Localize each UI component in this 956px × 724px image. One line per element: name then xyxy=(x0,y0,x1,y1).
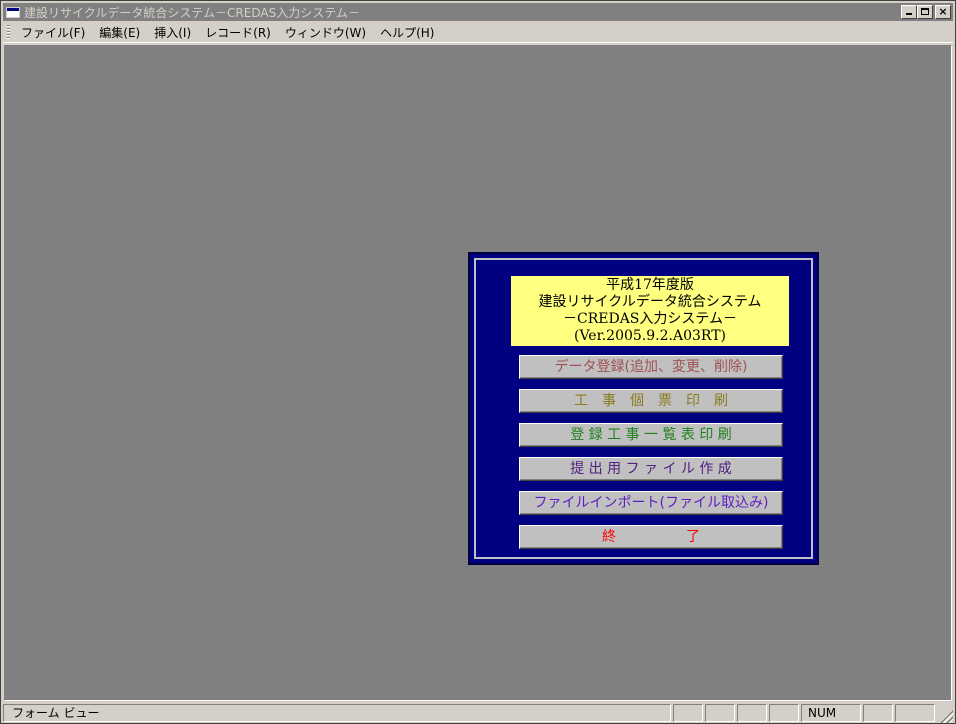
status-view-label: フォーム ビュー xyxy=(3,704,671,722)
maximize-button[interactable] xyxy=(917,5,933,19)
title-bar[interactable]: 建設リサイクルデータ統合システム－CREDAS入力システム－ × xyxy=(3,3,953,21)
create-submission-file-button[interactable]: 提 出 用 フ ァ イ ル 作 成 xyxy=(519,457,783,481)
menubar-grip-handle[interactable] xyxy=(7,25,10,39)
app-window: 建設リサイクルデータ統合システム－CREDAS入力システム－ × ファイル(F)… xyxy=(0,0,956,724)
resize-grip-icon[interactable] xyxy=(939,709,953,723)
menu-help[interactable]: ヘルプ(H) xyxy=(373,24,441,41)
minimize-icon xyxy=(906,13,912,15)
system-banner: 平成17年度版 建設リサイクルデータ統合システム －CREDAS入力システム－ … xyxy=(511,276,789,346)
close-icon: × xyxy=(938,5,948,18)
menu-window[interactable]: ウィンドウ(W) xyxy=(278,24,373,41)
status-pane-3 xyxy=(737,704,767,722)
minimize-button[interactable] xyxy=(901,5,917,19)
app-window-icon[interactable] xyxy=(6,6,20,18)
menu-file[interactable]: ファイル(F) xyxy=(14,24,92,41)
banner-version: (Ver.2005.9.2.A03RT) xyxy=(574,328,726,344)
banner-system-name: 建設リサイクルデータ統合システム xyxy=(538,294,762,310)
data-registration-button[interactable]: データ登録(追加、変更、削除) xyxy=(519,355,783,379)
menu-edit[interactable]: 編集(E) xyxy=(92,24,147,41)
status-bar: フォーム ビュー NUM xyxy=(3,704,953,723)
maximize-icon xyxy=(921,8,929,15)
status-pane-4 xyxy=(769,704,799,722)
menu-record[interactable]: レコード(R) xyxy=(198,24,278,41)
close-button[interactable]: × xyxy=(935,5,951,19)
status-num-indicator: NUM xyxy=(801,704,861,722)
menu-insert[interactable]: 挿入(I) xyxy=(147,24,198,41)
menu-bar: ファイル(F) 編集(E) 挿入(I) レコード(R) ウィンドウ(W) ヘルプ… xyxy=(3,22,953,43)
form-frame: 平成17年度版 建設リサイクルデータ統合システム －CREDAS入力システム－ … xyxy=(474,258,813,559)
print-project-list-button[interactable]: 登 録 工 事 一 覧 表 印 刷 xyxy=(519,423,783,447)
banner-edition: 平成17年度版 xyxy=(606,277,694,293)
banner-subsystem-name: －CREDAS入力システム－ xyxy=(563,311,737,327)
exit-button[interactable]: 終 了 xyxy=(519,525,783,549)
status-pane-1 xyxy=(673,704,703,722)
status-pane-5 xyxy=(863,704,893,722)
status-pane-2 xyxy=(705,704,735,722)
window-controls: × xyxy=(901,5,951,19)
main-menu-form: 平成17年度版 建設リサイクルデータ統合システム －CREDAS入力システム－ … xyxy=(468,252,819,565)
print-project-sheet-button[interactable]: 工 事 個 票 印 刷 xyxy=(519,389,783,413)
file-import-button[interactable]: ファイルインポート(ファイル取込み) xyxy=(519,491,783,515)
status-pane-6 xyxy=(895,704,935,722)
window-title: 建設リサイクルデータ統合システム－CREDAS入力システム－ xyxy=(24,5,360,20)
